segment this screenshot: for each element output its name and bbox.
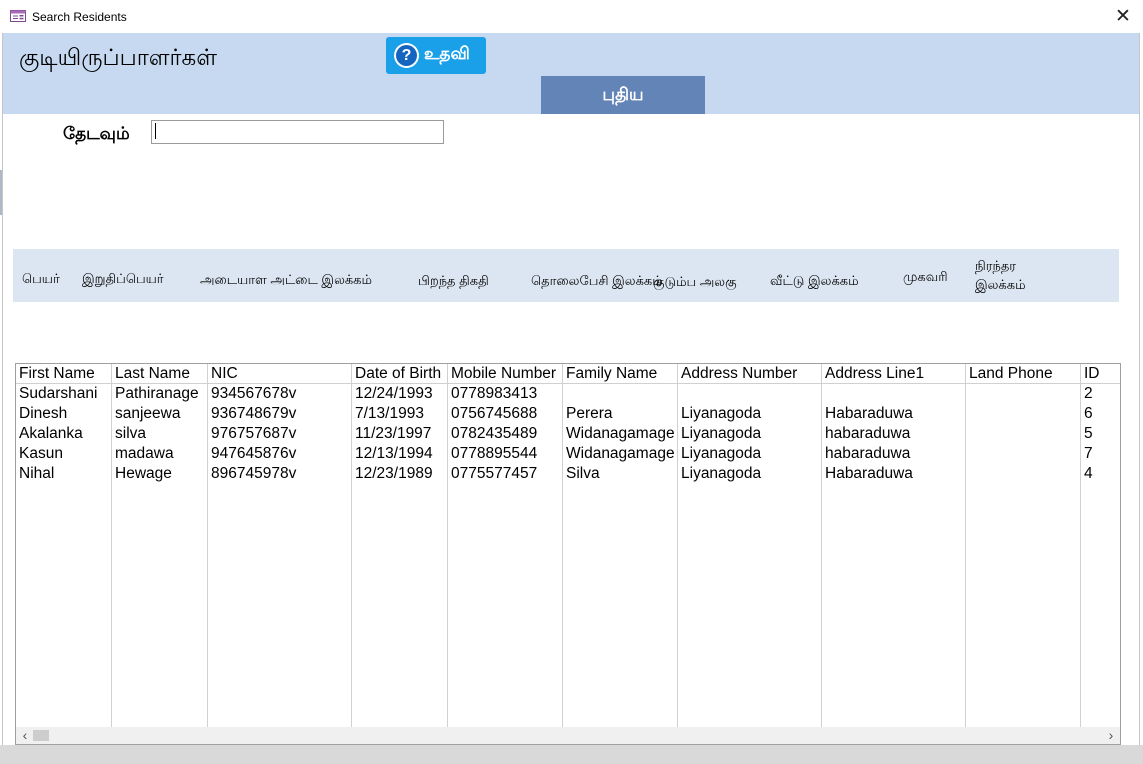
cell-address-line1[interactable]: Habaraduwa: [825, 464, 913, 484]
cell-first-name[interactable]: Kasun: [19, 444, 63, 464]
cell-nic[interactable]: 976757687v: [211, 424, 296, 444]
cell-first-name[interactable]: Sudarshani: [19, 384, 97, 404]
column-divider[interactable]: [677, 364, 678, 728]
residents-datasheet[interactable]: First Name Last Name NIC Date of Birth Mobil…: [15, 363, 1121, 745]
column-header-date-of-birth[interactable]: Date of Birth: [355, 364, 441, 384]
cell-address-line1[interactable]: habaraduwa: [825, 424, 910, 444]
cell-date-of-birth[interactable]: 12/13/1994: [355, 444, 433, 464]
cell-address-number[interactable]: Liyanagoda: [681, 464, 761, 484]
cell-last-name[interactable]: Hewage: [115, 464, 172, 484]
cell-id[interactable]: 5: [1084, 424, 1093, 444]
cell-nic[interactable]: 896745978v: [211, 464, 296, 484]
form-icon: [10, 10, 26, 22]
cell-date-of-birth[interactable]: 12/24/1993: [355, 384, 433, 404]
column-header-address-number[interactable]: Address Number: [681, 364, 797, 384]
scroll-left-icon[interactable]: ‹: [18, 727, 32, 744]
cell-first-name[interactable]: Dinesh: [19, 404, 67, 424]
cell-id[interactable]: 2: [1084, 384, 1093, 404]
cell-address-number[interactable]: Liyanagoda: [681, 404, 761, 424]
header-permanent-line1-ta: நிரந்தர: [975, 258, 1017, 273]
header-address-ta: முகவரி: [903, 269, 948, 284]
header-house-no-ta: வீட்டு இலக்கம்: [770, 273, 859, 288]
column-divider[interactable]: [1080, 364, 1081, 728]
window-title: Search Residents: [32, 10, 127, 24]
cell-address-line1[interactable]: Habaraduwa: [825, 404, 913, 424]
cell-id[interactable]: 4: [1084, 464, 1093, 484]
column-divider[interactable]: [821, 364, 822, 728]
header-dob-ta: பிறந்த திகதி: [418, 273, 489, 288]
side-marker: [0, 170, 2, 215]
help-icon: ?: [394, 43, 419, 68]
header-last-name-ta: இறுதிப்பெயர்: [82, 271, 164, 286]
cell-mobile-number[interactable]: 0756745688: [451, 404, 537, 424]
cell-date-of-birth[interactable]: 11/23/1997: [355, 424, 431, 444]
cell-first-name[interactable]: Nihal: [19, 464, 54, 484]
cell-last-name[interactable]: silva: [115, 424, 146, 444]
page-title: குடியிருப்பாளர்கள்: [19, 44, 218, 70]
column-header-first-name[interactable]: First Name: [19, 364, 95, 384]
column-header-id[interactable]: ID: [1084, 364, 1100, 384]
column-divider[interactable]: [111, 364, 112, 728]
cell-address-number[interactable]: Liyanagoda: [681, 424, 761, 444]
cell-mobile-number[interactable]: 0778983413: [451, 384, 537, 404]
cell-family-name[interactable]: Perera: [566, 404, 613, 424]
column-divider[interactable]: [965, 364, 966, 728]
help-button[interactable]: ? உதவி: [386, 37, 486, 74]
cell-last-name[interactable]: sanjeewa: [115, 404, 181, 424]
header-first-name-ta: பெயர்: [22, 271, 60, 286]
cell-nic[interactable]: 936748679v: [211, 404, 296, 424]
question-mark-icon: ?: [396, 45, 417, 66]
cell-date-of-birth[interactable]: 7/13/1993: [355, 404, 424, 424]
text-caret: [155, 123, 156, 139]
cell-mobile-number[interactable]: 0778895544: [451, 444, 537, 464]
header-nic-ta: அடையாள அட்டை இலக்கம்: [200, 272, 372, 287]
search-input[interactable]: [151, 120, 444, 144]
cell-nic[interactable]: 947645876v: [211, 444, 296, 464]
cell-mobile-number[interactable]: 0782435489: [451, 424, 537, 444]
column-header-nic[interactable]: NIC: [211, 364, 238, 384]
help-button-label: உதவி: [424, 44, 470, 63]
close-icon[interactable]: ✕: [1108, 4, 1138, 30]
window-border-right: [1139, 33, 1140, 745]
column-header-address-line1[interactable]: Address Line1: [825, 364, 924, 384]
column-divider[interactable]: [207, 364, 208, 728]
cell-date-of-birth[interactable]: 12/23/1989: [355, 464, 433, 484]
new-button[interactable]: புதிய: [541, 76, 705, 114]
scroll-right-icon[interactable]: ›: [1104, 727, 1118, 744]
column-header-family-name[interactable]: Family Name: [566, 364, 657, 384]
cell-family-name[interactable]: Widanagamage: [566, 424, 675, 444]
window-border-left: [2, 33, 3, 764]
cell-family-name[interactable]: Silva: [566, 464, 600, 484]
window-titlebar: Search Residents ✕: [0, 0, 1143, 33]
cell-mobile-number[interactable]: 0775577457: [451, 464, 537, 484]
cell-last-name[interactable]: Pathiranage: [115, 384, 199, 404]
search-label: தேடவும்: [63, 124, 130, 143]
header-permanent-line2-ta: இலக்கம்: [975, 277, 1026, 292]
horizontal-scrollbar[interactable]: ‹ ›: [16, 727, 1120, 744]
scroll-thumb[interactable]: [33, 730, 49, 741]
column-header-land-phone[interactable]: Land Phone: [969, 364, 1053, 384]
cell-last-name[interactable]: madawa: [115, 444, 174, 464]
header-mobile-ta: தொலைபேசி இலக்கம்: [531, 273, 663, 288]
cell-nic[interactable]: 934567678v: [211, 384, 296, 404]
status-bar: [0, 745, 1143, 764]
cell-id[interactable]: 7: [1084, 444, 1093, 464]
cell-address-number[interactable]: Liyanagoda: [681, 444, 761, 464]
column-divider[interactable]: [562, 364, 563, 728]
header-family-ta: குடும்ப அலகு: [653, 274, 737, 289]
cell-address-line1[interactable]: habaraduwa: [825, 444, 910, 464]
column-header-mobile-number[interactable]: Mobile Number: [451, 364, 556, 384]
cell-id[interactable]: 6: [1084, 404, 1093, 424]
column-header-last-name[interactable]: Last Name: [115, 364, 190, 384]
column-divider[interactable]: [447, 364, 448, 728]
column-divider[interactable]: [351, 364, 352, 728]
cell-family-name[interactable]: Widanagamage: [566, 444, 675, 464]
cell-first-name[interactable]: Akalanka: [19, 424, 83, 444]
